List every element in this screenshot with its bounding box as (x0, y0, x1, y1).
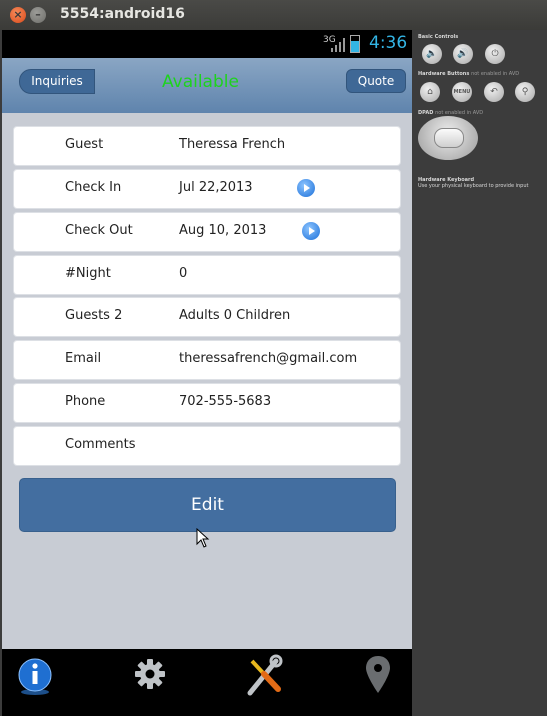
nights-row: #Night 0 (13, 255, 401, 295)
dpad-center-button[interactable] (434, 128, 464, 148)
play-arrow-icon (304, 184, 310, 192)
volume-down-icon: 🔈 (426, 49, 438, 59)
gear-icon (135, 659, 165, 689)
email-row: Email theressafrench@gmail.com (13, 340, 401, 380)
emulator-controls-panel: Basic Controls 🔈 🔊 ⏻ Hardware Buttons no… (414, 30, 547, 716)
email-value: theressafrench@gmail.com (179, 351, 358, 366)
window-title: 5554:android16 (60, 6, 185, 22)
tab-location[interactable] (308, 649, 410, 716)
device-screen: 3G 4:36 Inquiries Available Quote Guest … (2, 30, 412, 716)
window-titlebar: × – 5554:android16 (0, 0, 547, 30)
volume-up-icon: 🔊 (457, 49, 469, 59)
power-button[interactable]: ⏻ (485, 44, 505, 64)
check-out-arrow-button[interactable] (302, 222, 320, 240)
guest-name-value: Theressa French (179, 137, 286, 152)
nights-value: 0 (179, 266, 188, 281)
phone-value: 702-555-5683 (179, 394, 272, 409)
minimize-icon: – (35, 8, 41, 21)
menu-button[interactable]: MENU (452, 82, 472, 102)
back-icon: ↶ (490, 87, 498, 97)
volume-up-button[interactable]: 🔊 (453, 44, 473, 64)
keyboard-note: Use your physical keyboard to provide in… (418, 183, 529, 189)
search-button[interactable]: ⚲ (515, 82, 535, 102)
check-in-value: Jul 22,2013 (179, 180, 253, 195)
status-clock: 4:36 (369, 33, 408, 53)
home-icon: ⌂ (427, 87, 433, 97)
row-label: #Night (65, 266, 111, 281)
check-out-row[interactable]: Check Out Aug 10, 2013 (13, 212, 401, 252)
quote-button[interactable]: Quote (346, 69, 406, 93)
guest-row: Guest Theressa French (13, 126, 401, 166)
info-icon (18, 658, 52, 695)
menu-label: MENU (453, 89, 471, 95)
search-icon: ⚲ (521, 87, 529, 97)
tab-settings[interactable] (104, 649, 206, 716)
hardware-buttons-title: Hardware Buttons not enabled in AVD (418, 71, 520, 77)
guests-breakdown-value: Adults 0 Children (179, 308, 291, 323)
home-button[interactable]: ⌂ (420, 82, 440, 102)
check-out-value: Aug 10, 2013 (179, 223, 267, 238)
basic-controls-title: Basic Controls (418, 34, 459, 40)
volume-down-button[interactable]: 🔈 (422, 44, 442, 64)
hardware-keyboard-info: Hardware Keyboard Use your physical keyb… (418, 177, 528, 189)
comments-row: Comments (13, 426, 401, 466)
location-pin-icon (366, 656, 390, 693)
row-label: Phone (65, 394, 106, 409)
edit-button[interactable]: Edit (19, 478, 396, 532)
guests-row: Guests 2 Adults 0 Children (13, 297, 401, 337)
phone-row: Phone 702-555-5683 (13, 383, 401, 423)
close-icon: × (13, 8, 23, 21)
inquiries-button[interactable]: Inquiries (19, 69, 95, 94)
row-label: Email (65, 351, 102, 366)
row-label: Check In (65, 180, 122, 195)
tab-tools[interactable] (206, 649, 308, 716)
signal-icon (331, 38, 345, 52)
window-close-button[interactable]: × (10, 7, 26, 23)
power-icon: ⏻ (491, 49, 499, 59)
dpad-control[interactable] (418, 116, 478, 160)
tab-info[interactable] (2, 649, 104, 716)
window-minimize-button[interactable]: – (30, 7, 46, 23)
mouse-cursor-icon (196, 528, 210, 548)
status-bar: 3G 4:36 (2, 30, 412, 58)
tools-icon (247, 654, 283, 696)
row-label: Check Out (65, 223, 133, 238)
check-in-arrow-button[interactable] (297, 179, 315, 197)
play-arrow-icon (309, 227, 315, 235)
page-title: Available (162, 72, 239, 92)
guests-count-label: Guests 2 (65, 308, 123, 323)
row-label: Comments (65, 437, 136, 452)
battery-icon (350, 35, 360, 53)
check-in-row[interactable]: Check In Jul 22,2013 (13, 169, 401, 209)
header-bar: Inquiries Available Quote (2, 58, 412, 113)
row-label: Guest (65, 137, 104, 152)
back-button[interactable]: ↶ (484, 82, 504, 102)
bottom-tab-bar (2, 649, 412, 716)
